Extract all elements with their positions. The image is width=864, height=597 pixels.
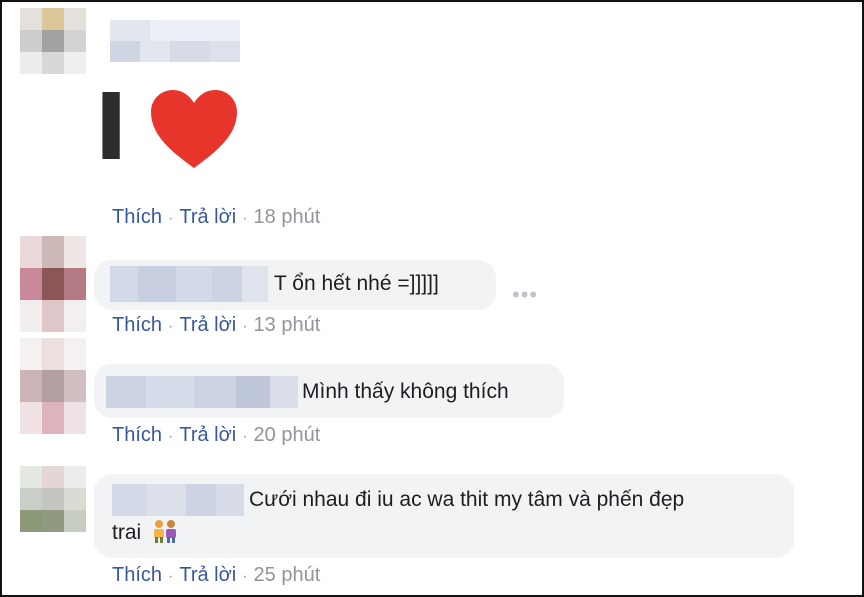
timestamp[interactable]: 20 phút [254,424,321,446]
separator: · [242,210,248,227]
avatar[interactable] [20,466,86,532]
red-heart-icon [151,90,237,168]
blurred-author-name[interactable] [112,484,244,516]
separator: · [168,568,174,585]
comment-actions: Thích · Trả lời · 25 phút [112,564,320,587]
reply-link[interactable]: Trả lời [179,564,236,586]
reply-link[interactable]: Trả lời [179,424,236,446]
separator: · [168,428,174,445]
blurred-author-name[interactable] [110,20,240,62]
blurred-author-name[interactable] [110,266,268,302]
timestamp[interactable]: 25 phút [254,564,321,586]
separator: · [242,568,248,585]
comment-text: T ổn hết nhé =]]]]] [274,272,439,295]
more-options-icon[interactable]: ••• [512,282,538,308]
comment-actions: Thích · Trả lời · 20 phút [112,424,320,447]
reply-link[interactable]: Trả lời [179,314,236,336]
like-link[interactable]: Thích [112,314,162,336]
comment-text-line1: Cưới nhau đi iu ac wa thit my tâm và phế… [249,488,685,511]
like-link[interactable]: Thích [112,206,162,228]
comment-text-line2-text: trai [112,521,142,544]
avatar[interactable] [20,338,86,434]
sticker: I [94,82,244,174]
timestamp[interactable]: 13 phút [254,314,321,336]
couple-icon [154,520,177,543]
sticker-letter: I [94,74,129,181]
like-link[interactable]: Thích [112,424,162,446]
comment-text-line2: trai [112,519,179,546]
comment-thread: I Thích · Trả lời · 18 phút T ổn hết nhé =]]… [0,0,864,597]
blurred-author-name[interactable] [106,376,298,408]
separator: · [168,318,174,335]
comment-text: Mình thấy không thích [302,380,509,403]
separator: · [242,428,248,445]
timestamp[interactable]: 18 phút [254,206,321,228]
avatar[interactable] [20,236,86,332]
separator: · [168,210,174,227]
comment-actions: Thích · Trả lời · 13 phút [112,314,320,337]
comment-actions: Thích · Trả lời · 18 phút [112,206,320,229]
like-link[interactable]: Thích [112,564,162,586]
reply-link[interactable]: Trả lời [179,206,236,228]
separator: · [242,318,248,335]
avatar[interactable] [20,8,86,74]
